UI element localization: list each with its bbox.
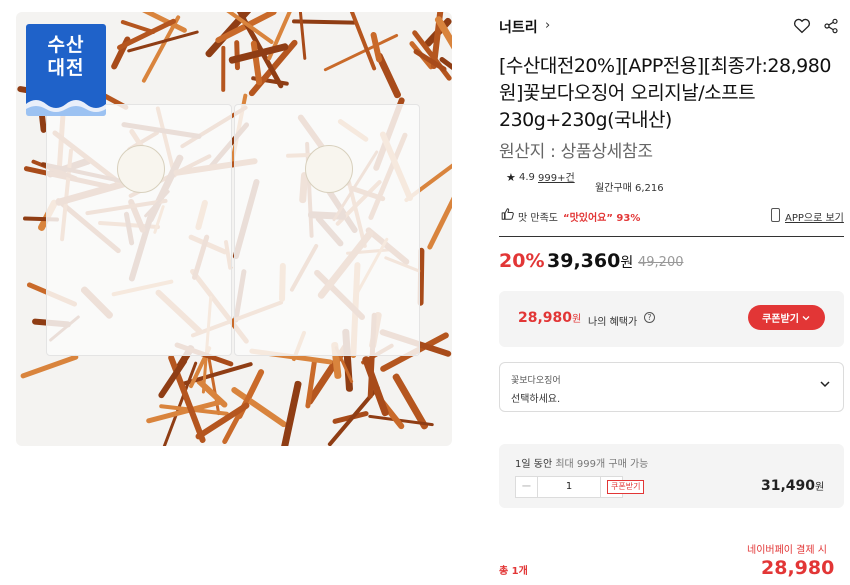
naverpay-label: 네이버페이 결제 시 — [747, 545, 827, 556]
sale-price: 39,360원 — [547, 250, 633, 272]
product-title: [수산대전20%][APP전용][최종가:28,980원]꽃보다오징어 오리지날… — [499, 55, 831, 131]
limit-prefix: 1일 동안 — [515, 459, 553, 470]
quantity-minus-button[interactable]: − — [516, 477, 538, 497]
coupon-tag-button[interactable]: 쿠폰받기 — [607, 480, 645, 494]
store-row: 너트리 › — [499, 17, 844, 37]
divider — [499, 236, 844, 237]
squid-strand — [304, 358, 317, 409]
thumbs-up-icon — [501, 208, 514, 220]
chevron-down-icon — [820, 381, 830, 388]
quantity-box: 1일 동안 최대 999개 구매 가능 − 1 + 쿠폰받기 31,490원 — [499, 444, 844, 508]
squid-strand — [120, 19, 156, 35]
product-info-panel: 너트리 › [수산대전20%][APP전용][최종가:28,980원]꽃보다오징… — [499, 0, 844, 585]
limit-suffix: 구매 가능 — [608, 459, 649, 470]
squid-strand — [220, 46, 225, 93]
rating-score: 4.9 — [519, 172, 535, 183]
option-name: 꽃보다오징어 — [511, 376, 561, 386]
price-row: 20% 39,360원 49,200 — [499, 250, 844, 278]
rating-row: ★ 4.9 999+건 월간구매 6,216 — [506, 171, 836, 201]
option-select[interactable]: 꽃보다오징어 선택하세요. — [499, 362, 844, 412]
phone-icon[interactable] — [771, 208, 780, 222]
chevron-right-icon[interactable]: › — [545, 18, 550, 33]
badge-line-1: 수산 — [47, 34, 85, 56]
heart-icon[interactable] — [793, 17, 811, 35]
product-image: 수산 대전 — [16, 12, 452, 446]
star-icon: ★ — [506, 171, 516, 184]
badge-line-2: 대전 — [47, 57, 85, 79]
option-placeholder: 선택하세요. — [511, 394, 561, 405]
total-price: 28,980원 — [761, 557, 844, 585]
total-price-value: 28,980 — [761, 557, 835, 579]
monthly-purchases: 월간구매 6,216 — [595, 183, 664, 194]
item-price-value: 31,490 — [761, 478, 816, 494]
bag-label-right — [305, 145, 353, 193]
wave-icon — [26, 100, 106, 116]
discount-rate: 20% — [499, 250, 545, 272]
squid-strand — [277, 380, 302, 446]
original-price: 49,200 — [638, 255, 684, 270]
benefit-box: 28,980원 나의 혜택가 ? 쿠폰받기 — [499, 291, 844, 347]
item-price: 31,490원 — [761, 478, 824, 494]
promo-badge: 수산 대전 — [26, 24, 106, 116]
benefit-label: 나의 혜택가 — [588, 317, 638, 328]
product-bag-left — [46, 104, 232, 356]
benefit-currency: 원 — [572, 314, 582, 325]
sale-price-currency: 원 — [620, 255, 634, 271]
satisfaction-quote: “맛있어요” 93% — [563, 213, 641, 224]
product-bag-right — [234, 104, 420, 356]
sale-price-value: 39,360 — [547, 250, 621, 272]
squid-strand — [127, 30, 200, 54]
total-count: 총 1개 — [499, 566, 528, 577]
chevron-down-icon — [802, 315, 810, 320]
item-price-currency: 원 — [815, 482, 825, 493]
coupon-button-label: 쿠폰받기 — [762, 314, 799, 325]
satisfaction-label: 맛 만족도 — [518, 213, 558, 224]
info-icon[interactable]: ? — [644, 312, 655, 323]
limit-mid: 최대 999개 — [555, 459, 606, 470]
satisfaction-row: 맛 만족도 “맛있어요” 93% APP으로 보기 — [499, 207, 844, 225]
app-view-link[interactable]: APP으로 보기 — [785, 209, 844, 224]
benefit-price-value: 28,980 — [518, 310, 573, 326]
purchase-limit: 1일 동안 최대 999개 구매 가능 — [515, 455, 648, 470]
share-icon[interactable] — [823, 17, 839, 35]
squid-strand — [19, 353, 79, 380]
review-count-link[interactable]: 999+건 — [538, 172, 575, 186]
coupon-button[interactable]: 쿠폰받기 — [748, 305, 825, 330]
store-name-link[interactable]: 너트리 — [499, 17, 538, 37]
bag-label-left — [117, 145, 165, 193]
benefit-price: 28,980원 — [518, 310, 581, 326]
product-origin: 원산지 : 상품상세참조 — [499, 142, 653, 162]
quantity-value[interactable]: 1 — [538, 477, 600, 497]
